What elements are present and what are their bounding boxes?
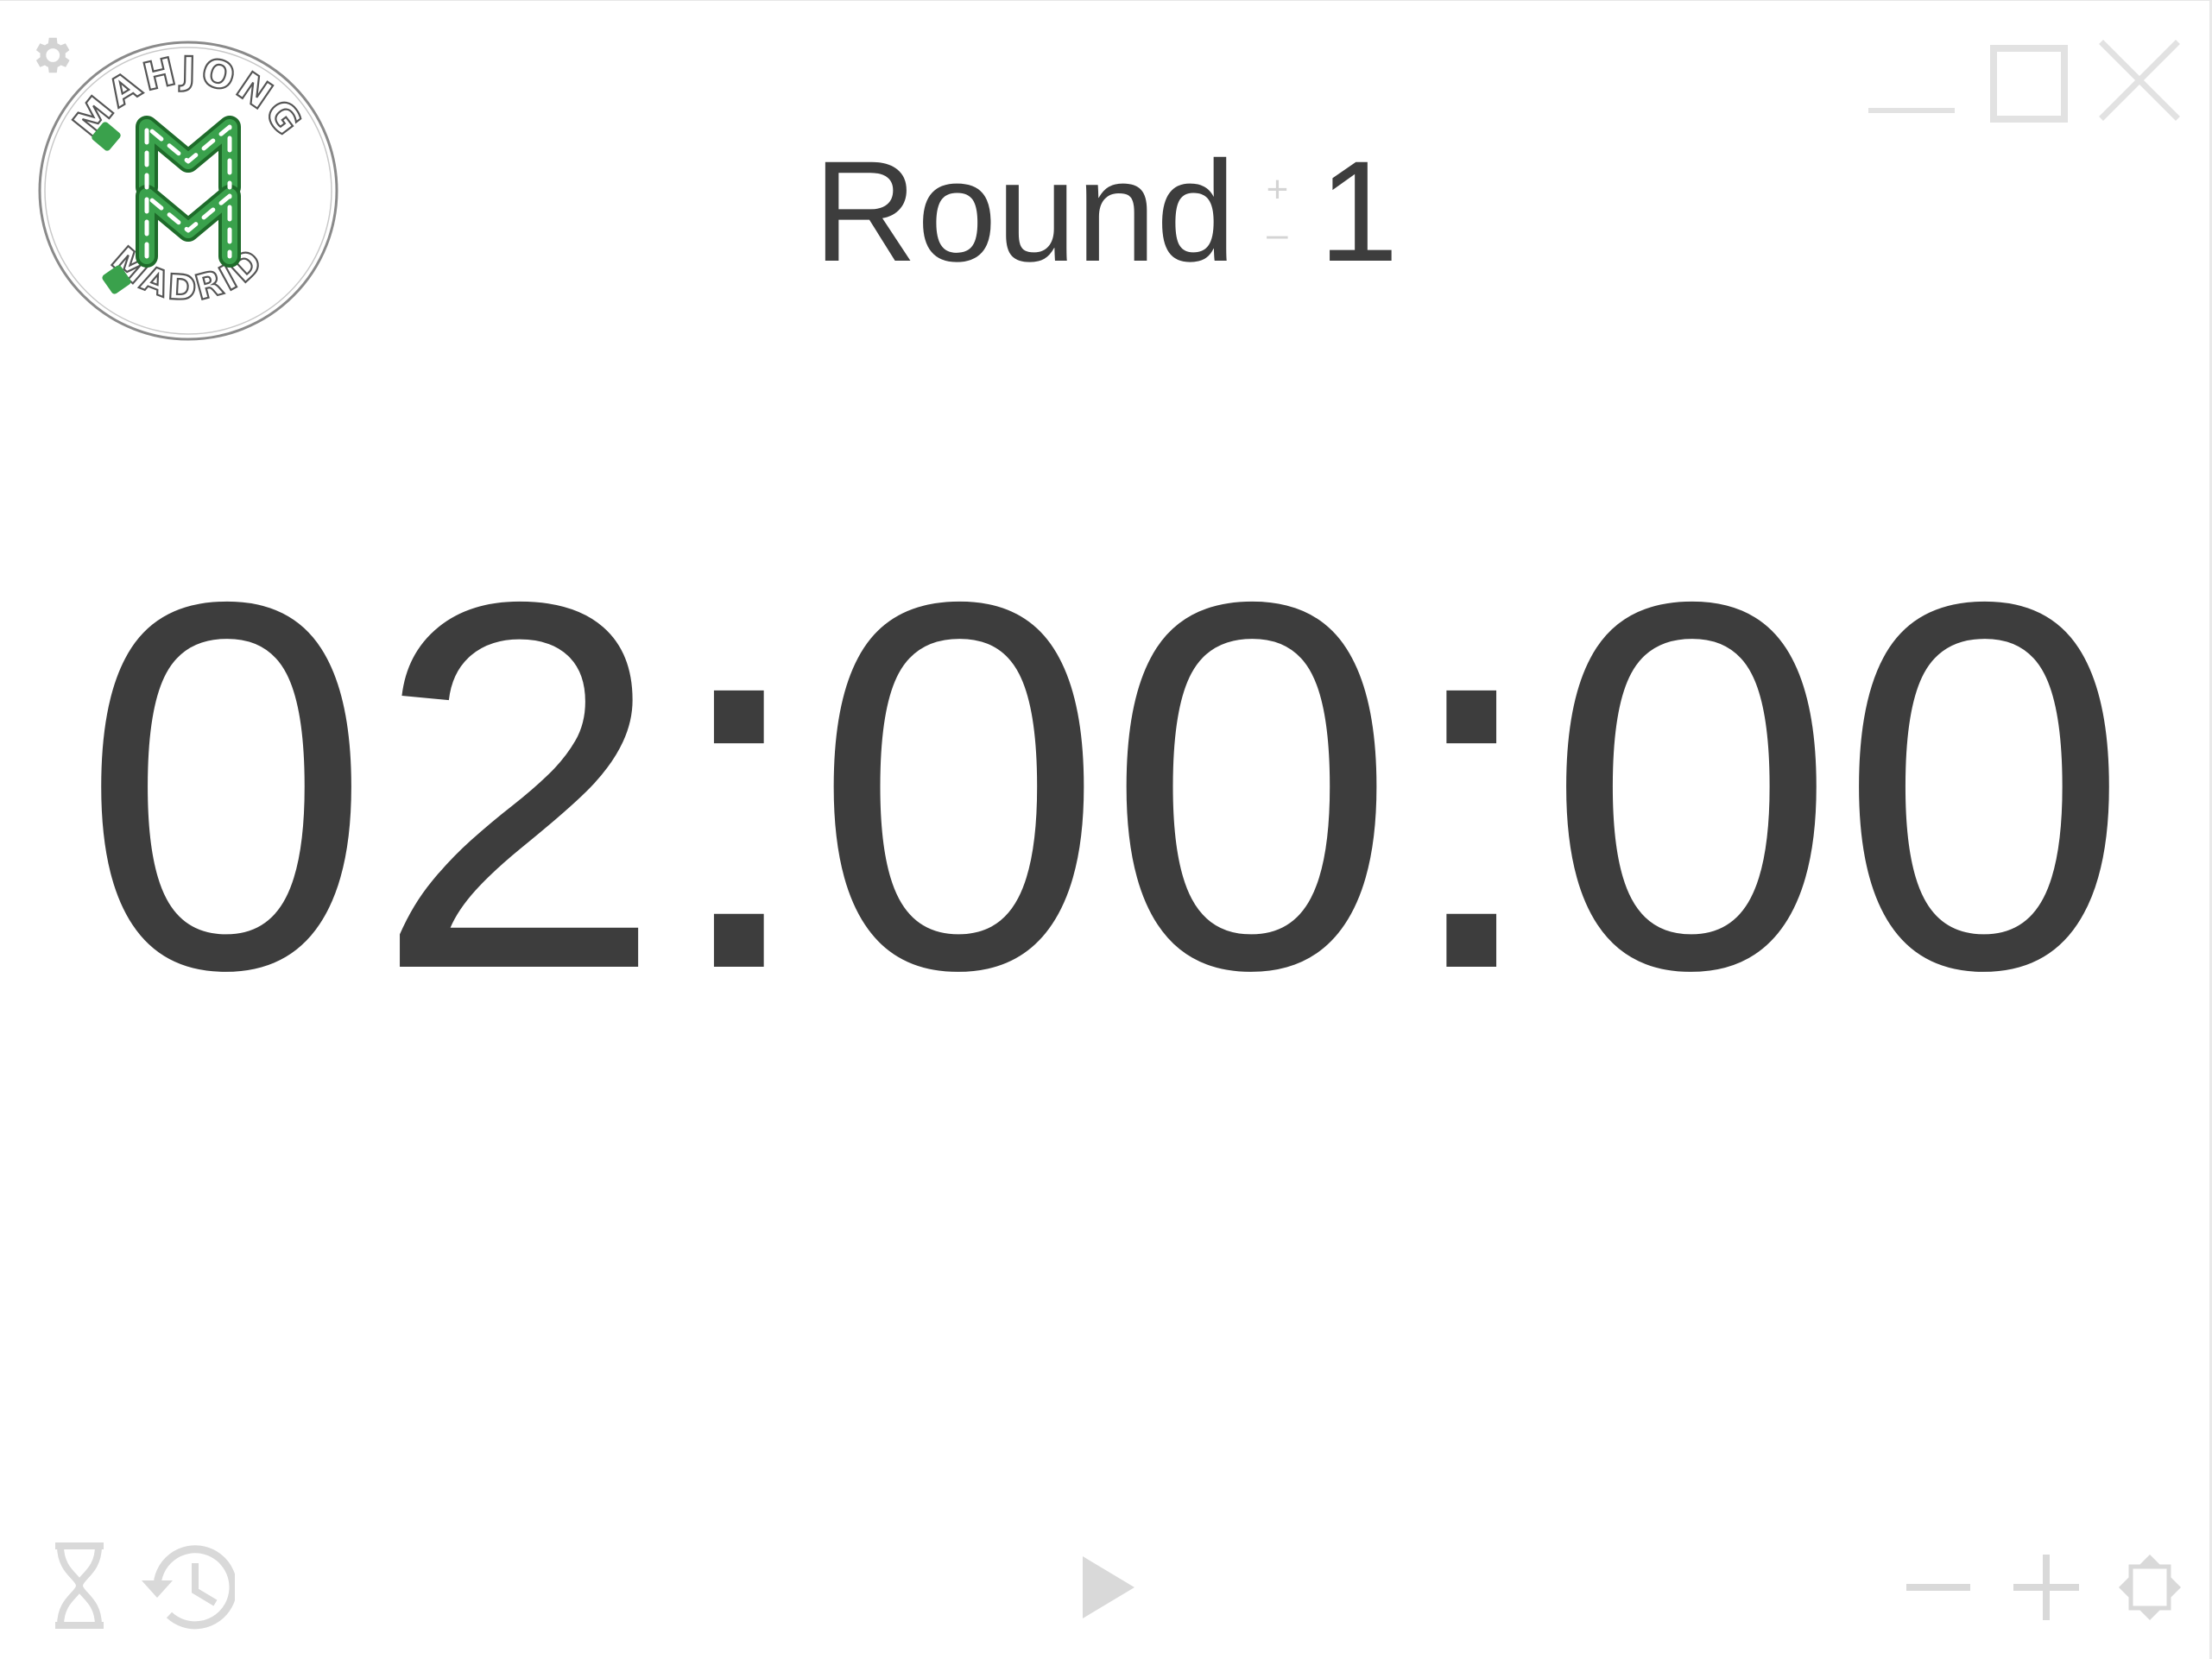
round-header: Round + – 1	[0, 130, 2209, 294]
maximize-icon[interactable]	[1989, 44, 2069, 123]
timer-display: 02:00:00	[80, 494, 2132, 1078]
close-icon[interactable]	[2098, 39, 2181, 122]
minus-icon[interactable]	[1906, 1580, 1970, 1594]
fullscreen-icon[interactable]	[2117, 1553, 2183, 1622]
round-label: Round	[813, 132, 1236, 292]
hourglass-icon[interactable]	[52, 1542, 107, 1629]
round-number: 1	[1318, 132, 1399, 292]
timer-window: MAHJONG MADRID Round + – 1 02:00:00	[0, 0, 2212, 1659]
round-stepper: + –	[1258, 167, 1296, 257]
round-increment-button[interactable]: +	[1267, 167, 1289, 212]
history-icon[interactable]	[138, 1542, 235, 1632]
minimize-icon[interactable]	[1868, 98, 1955, 123]
round-decrement-button[interactable]: –	[1267, 212, 1287, 257]
plus-icon[interactable]	[2013, 1555, 2079, 1620]
play-icon[interactable]	[1081, 1555, 1136, 1620]
